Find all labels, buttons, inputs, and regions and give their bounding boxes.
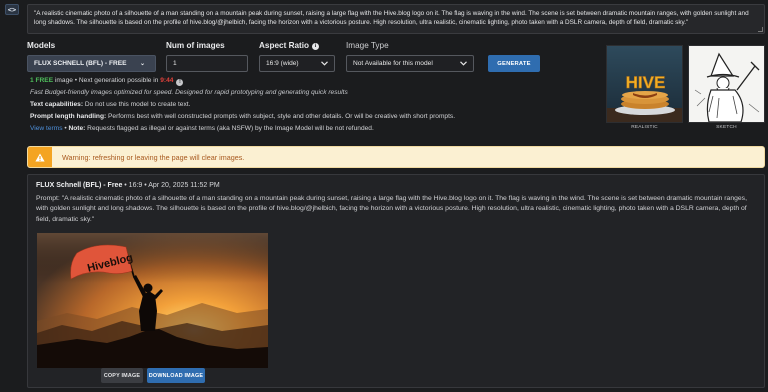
style-label-realistic: REALISTIC xyxy=(631,125,658,130)
chevron-down-icon xyxy=(321,61,328,66)
result-model: FLUX Schnell (BFL) - Free xyxy=(36,182,123,189)
chevron-down-icon xyxy=(460,61,467,66)
realistic-preview-image: HIVE xyxy=(607,46,682,122)
image-type-select[interactable]: Not Available for this model xyxy=(346,55,474,72)
terms-line: View terms • Note: Requests flagged as i… xyxy=(30,125,374,132)
prompt-len-value: Performs best with well constructed prom… xyxy=(106,113,456,120)
prompt-input[interactable]: "A realistic cinematic photo of a silhou… xyxy=(27,4,765,34)
models-select[interactable]: FLUX SCHNELL (BFL) - FREE ⌄ xyxy=(27,55,156,72)
prompt-len-label: Prompt length handling: xyxy=(30,113,107,120)
warning-text: Warning: refreshing or leaving the page … xyxy=(62,153,245,162)
warning-banner: Warning: refreshing or leaving the page … xyxy=(27,146,765,168)
aspect-ratio-value: 16:9 (wide) xyxy=(266,60,299,67)
result-prompt-label: Prompt: xyxy=(36,195,62,202)
num-images-value: 1 xyxy=(173,60,177,67)
generate-button[interactable]: GENERATE xyxy=(488,55,540,72)
info-icon[interactable]: i xyxy=(312,42,320,50)
image-type-value: Not Available for this model xyxy=(353,60,433,67)
text-capabilities-line: Text capabilities: Do not use this model… xyxy=(30,101,190,108)
num-images-label: Num of images xyxy=(166,41,225,50)
models-select-value: FLUX SCHNELL (BFL) - FREE xyxy=(34,60,127,67)
aspect-ratio-label: Aspect Ratio xyxy=(259,41,310,50)
result-meta: • 16:9 • Apr 20, 2025 11:52 PM xyxy=(122,182,220,189)
result-header: FLUX Schnell (BFL) - Free • 16:9 • Apr 2… xyxy=(36,182,220,189)
result-card: FLUX Schnell (BFL) - Free • 16:9 • Apr 2… xyxy=(27,174,765,388)
text-cap-value: Do not use this model to create text. xyxy=(83,101,191,108)
style-thumb-realistic[interactable]: HIVE xyxy=(606,45,683,123)
num-images-input[interactable]: 1 xyxy=(166,55,248,72)
prompt-length-line: Prompt length handling: Performs best wi… xyxy=(30,113,455,120)
free-count: 1 xyxy=(30,77,34,84)
warning-icon-box xyxy=(28,147,52,167)
style-thumb-sketch[interactable] xyxy=(688,45,765,123)
warning-triangle-icon xyxy=(35,153,45,161)
image-word: image xyxy=(53,77,73,84)
model-tagline: Fast Budget-friendly images optimized fo… xyxy=(30,89,348,96)
image-type-label: Image Type xyxy=(346,41,389,50)
code-toggle-icon[interactable]: <> xyxy=(5,4,19,15)
result-prompt-text: "A realistic cinematic photo of a silhou… xyxy=(36,195,747,223)
copy-image-button[interactable]: COPY IMAGE xyxy=(101,368,143,383)
download-image-button[interactable]: DOWNLOAD IMAGE xyxy=(147,368,205,383)
next-gen-text: Next generation possible in xyxy=(78,77,161,84)
style-label-sketch: SKETCH xyxy=(716,125,737,130)
chevron-down-icon: ⌄ xyxy=(139,61,145,67)
result-prompt: Prompt: "A realistic cinematic photo of … xyxy=(36,194,758,225)
free-quota-line: 1 FREE image • Next generation possible … xyxy=(30,77,184,86)
next-gen-timer: 9:44 xyxy=(160,77,174,84)
clock-icon: ! xyxy=(176,78,184,86)
note-label: Note: xyxy=(68,125,86,132)
hive-logo-text: HIVE xyxy=(626,73,666,92)
note-value: Requests flagged as illegal or against t… xyxy=(85,125,374,132)
view-terms-link[interactable]: View terms xyxy=(30,125,63,132)
aspect-ratio-label-wrap: Aspect Ratio i xyxy=(259,41,320,50)
generated-image-art: Hiveblog xyxy=(37,233,268,368)
text-cap-label: Text capabilities: xyxy=(30,101,84,108)
models-label: Models xyxy=(27,41,56,50)
free-word: FREE xyxy=(35,77,54,84)
sketch-preview-image xyxy=(689,46,764,122)
aspect-ratio-select[interactable]: 16:9 (wide) xyxy=(259,55,335,72)
generated-image[interactable]: Hiveblog xyxy=(37,233,268,368)
resize-handle-icon[interactable] xyxy=(758,27,763,32)
prompt-input-value: "A realistic cinematic photo of a silhou… xyxy=(34,10,749,27)
